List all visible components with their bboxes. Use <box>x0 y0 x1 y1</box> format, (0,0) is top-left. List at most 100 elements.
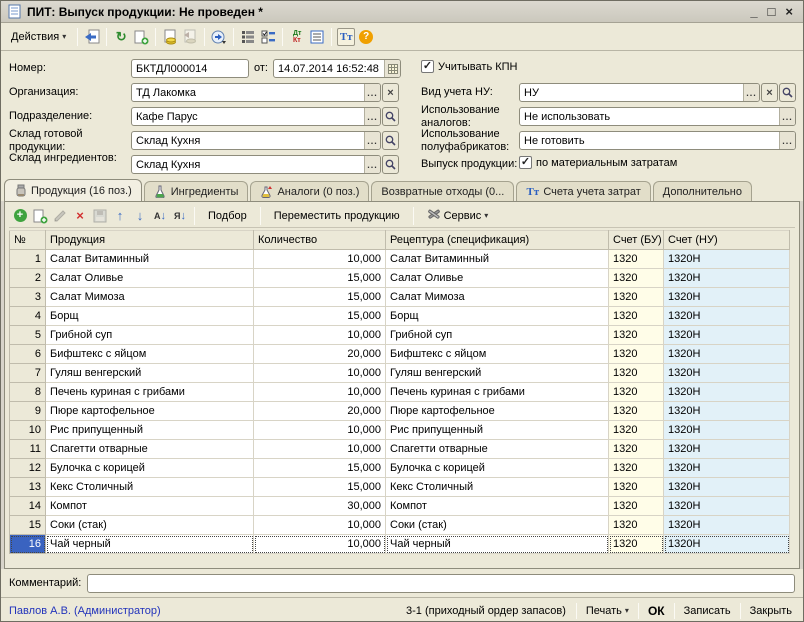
ellipsis-button[interactable]: ... <box>364 132 380 149</box>
add-row-icon[interactable]: + <box>11 207 29 225</box>
col-header-qty[interactable]: Количество <box>254 231 386 250</box>
table-row[interactable]: 7Гуляш венгерский10,000Гуляш венгерский1… <box>10 364 790 383</box>
quantity-cell[interactable]: 20,000 <box>254 402 386 421</box>
account-bu-cell[interactable]: 1320 <box>609 478 664 497</box>
sort-desc-icon[interactable]: Я↓ <box>171 207 189 225</box>
account-nu-cell[interactable]: 1320Н <box>664 497 790 516</box>
ellipsis-button[interactable]: ... <box>364 156 380 173</box>
row-number-cell[interactable]: 16 <box>10 535 46 554</box>
quantity-cell[interactable]: 10,000 <box>254 421 386 440</box>
semifinished-field[interactable]: Не готовить ... <box>519 131 796 150</box>
product-cell[interactable]: Борщ <box>46 307 254 326</box>
account-nu-cell[interactable]: 1320Н <box>664 402 790 421</box>
recipe-cell[interactable]: Гуляш венгерский <box>386 364 609 383</box>
product-cell[interactable]: Кекс Столичный <box>46 478 254 497</box>
minimize-button[interactable]: _ <box>750 5 757 18</box>
row-number-cell[interactable]: 9 <box>10 402 46 421</box>
number-field[interactable]: БКТДЛ000014 <box>131 59 249 78</box>
account-bu-cell[interactable]: 1320 <box>609 440 664 459</box>
product-cell[interactable]: Пюре картофельное <box>46 402 254 421</box>
help-icon[interactable]: ? <box>357 28 375 46</box>
recipe-cell[interactable]: Салат Мимоза <box>386 288 609 307</box>
row-number-cell[interactable]: 3 <box>10 288 46 307</box>
date-field[interactable]: 14.07.2014 16:52:48 <box>273 59 401 78</box>
recipe-cell[interactable]: Печень куриная с грибами <box>386 383 609 402</box>
product-cell[interactable]: Гуляш венгерский <box>46 364 254 383</box>
product-cell[interactable]: Салат Оливье <box>46 269 254 288</box>
account-nu-cell[interactable]: 1320Н <box>664 516 790 535</box>
account-bu-cell[interactable]: 1320 <box>609 326 664 345</box>
quantity-cell[interactable]: 20,000 <box>254 345 386 364</box>
account-nu-cell[interactable]: 1320Н <box>664 326 790 345</box>
col-header-account-bu[interactable]: Счет (БУ) <box>609 231 664 250</box>
ellipsis-button[interactable]: ... <box>743 84 759 101</box>
maximize-button[interactable]: □ <box>768 5 776 18</box>
sort-asc-icon[interactable]: А↓ <box>151 207 169 225</box>
product-cell[interactable]: Чай черный <box>46 535 254 554</box>
row-number-cell[interactable]: 11 <box>10 440 46 459</box>
account-nu-cell[interactable]: 1320Н <box>664 535 790 554</box>
user-link[interactable]: Павлов А.В. (Администратор) <box>9 605 161 617</box>
save-button[interactable]: Записать <box>681 603 734 619</box>
account-nu-cell[interactable]: 1320Н <box>664 440 790 459</box>
table-row[interactable]: 14Компот30,000Компот13201320Н <box>10 497 790 516</box>
account-nu-cell[interactable]: 1320Н <box>664 459 790 478</box>
reread-document-icon[interactable] <box>83 28 101 46</box>
recipe-cell[interactable]: Компот <box>386 497 609 516</box>
row-number-cell[interactable]: 14 <box>10 497 46 516</box>
recipe-cell[interactable]: Бифштекс с яйцом <box>386 345 609 364</box>
account-nu-cell[interactable]: 1320Н <box>664 383 790 402</box>
account-bu-cell[interactable]: 1320 <box>609 402 664 421</box>
recipe-cell[interactable]: Соки (стак) <box>386 516 609 535</box>
product-cell[interactable]: Салат Витаминный <box>46 250 254 269</box>
close-form-button[interactable]: Закрыть <box>747 603 795 619</box>
row-number-cell[interactable]: 2 <box>10 269 46 288</box>
quantity-cell[interactable]: 15,000 <box>254 478 386 497</box>
table-row[interactable]: 9Пюре картофельное20,000Пюре картофельно… <box>10 402 790 421</box>
tab-ingredients[interactable]: Ингредиенты <box>144 181 249 201</box>
recipe-cell[interactable]: Борщ <box>386 307 609 326</box>
ellipsis-button[interactable]: ... <box>779 108 795 125</box>
quantity-cell[interactable]: 15,000 <box>254 269 386 288</box>
move-products-button[interactable]: Переместить продукцию <box>266 207 408 225</box>
row-number-cell[interactable]: 8 <box>10 383 46 402</box>
account-bu-cell[interactable]: 1320 <box>609 383 664 402</box>
row-number-cell[interactable]: 1 <box>10 250 46 269</box>
account-nu-cell[interactable]: 1320Н <box>664 421 790 440</box>
lookup-button[interactable] <box>382 155 399 174</box>
table-row[interactable]: 13Кекс Столичный15,000Кекс Столичный1320… <box>10 478 790 497</box>
table-row[interactable]: 8Печень куриная с грибами10,000Печень ку… <box>10 383 790 402</box>
col-header-num[interactable]: № <box>10 231 46 250</box>
quantity-cell[interactable]: 30,000 <box>254 497 386 516</box>
table-row[interactable]: 5Грибной суп10,000Грибной суп13201320Н <box>10 326 790 345</box>
product-cell[interactable]: Спагетти отварные <box>46 440 254 459</box>
lookup-button[interactable] <box>382 107 399 126</box>
quantity-cell[interactable]: 10,000 <box>254 326 386 345</box>
product-cell[interactable]: Грибной суп <box>46 326 254 345</box>
account-bu-cell[interactable]: 1320 <box>609 459 664 478</box>
table-row[interactable]: 11Спагетти отварные10,000Спагетти отварн… <box>10 440 790 459</box>
report-icon[interactable] <box>308 28 326 46</box>
ellipsis-button[interactable]: ... <box>364 84 380 101</box>
clear-button[interactable]: × <box>382 83 399 102</box>
move-down-icon[interactable]: ↓ <box>131 207 149 225</box>
quantity-cell[interactable]: 10,000 <box>254 440 386 459</box>
row-number-cell[interactable]: 6 <box>10 345 46 364</box>
dt-kt-icon[interactable]: ДтКт <box>288 28 306 46</box>
col-header-recipe[interactable]: Рецептура (спецификация) <box>386 231 609 250</box>
quantity-cell[interactable]: 10,000 <box>254 516 386 535</box>
account-bu-cell[interactable]: 1320 <box>609 421 664 440</box>
recipe-cell[interactable]: Грибной суп <box>386 326 609 345</box>
row-number-cell[interactable]: 4 <box>10 307 46 326</box>
row-number-cell[interactable]: 5 <box>10 326 46 345</box>
account-bu-cell[interactable]: 1320 <box>609 269 664 288</box>
row-number-cell[interactable]: 15 <box>10 516 46 535</box>
tab-products[interactable]: Продукция (16 поз.) <box>4 179 142 201</box>
account-bu-cell[interactable]: 1320 <box>609 288 664 307</box>
row-number-cell[interactable]: 10 <box>10 421 46 440</box>
account-bu-cell[interactable]: 1320 <box>609 497 664 516</box>
ellipsis-button[interactable]: ... <box>779 132 795 149</box>
account-bu-cell[interactable]: 1320 <box>609 250 664 269</box>
recipe-cell[interactable]: Салат Витаминный <box>386 250 609 269</box>
ellipsis-button[interactable]: ... <box>364 108 380 125</box>
